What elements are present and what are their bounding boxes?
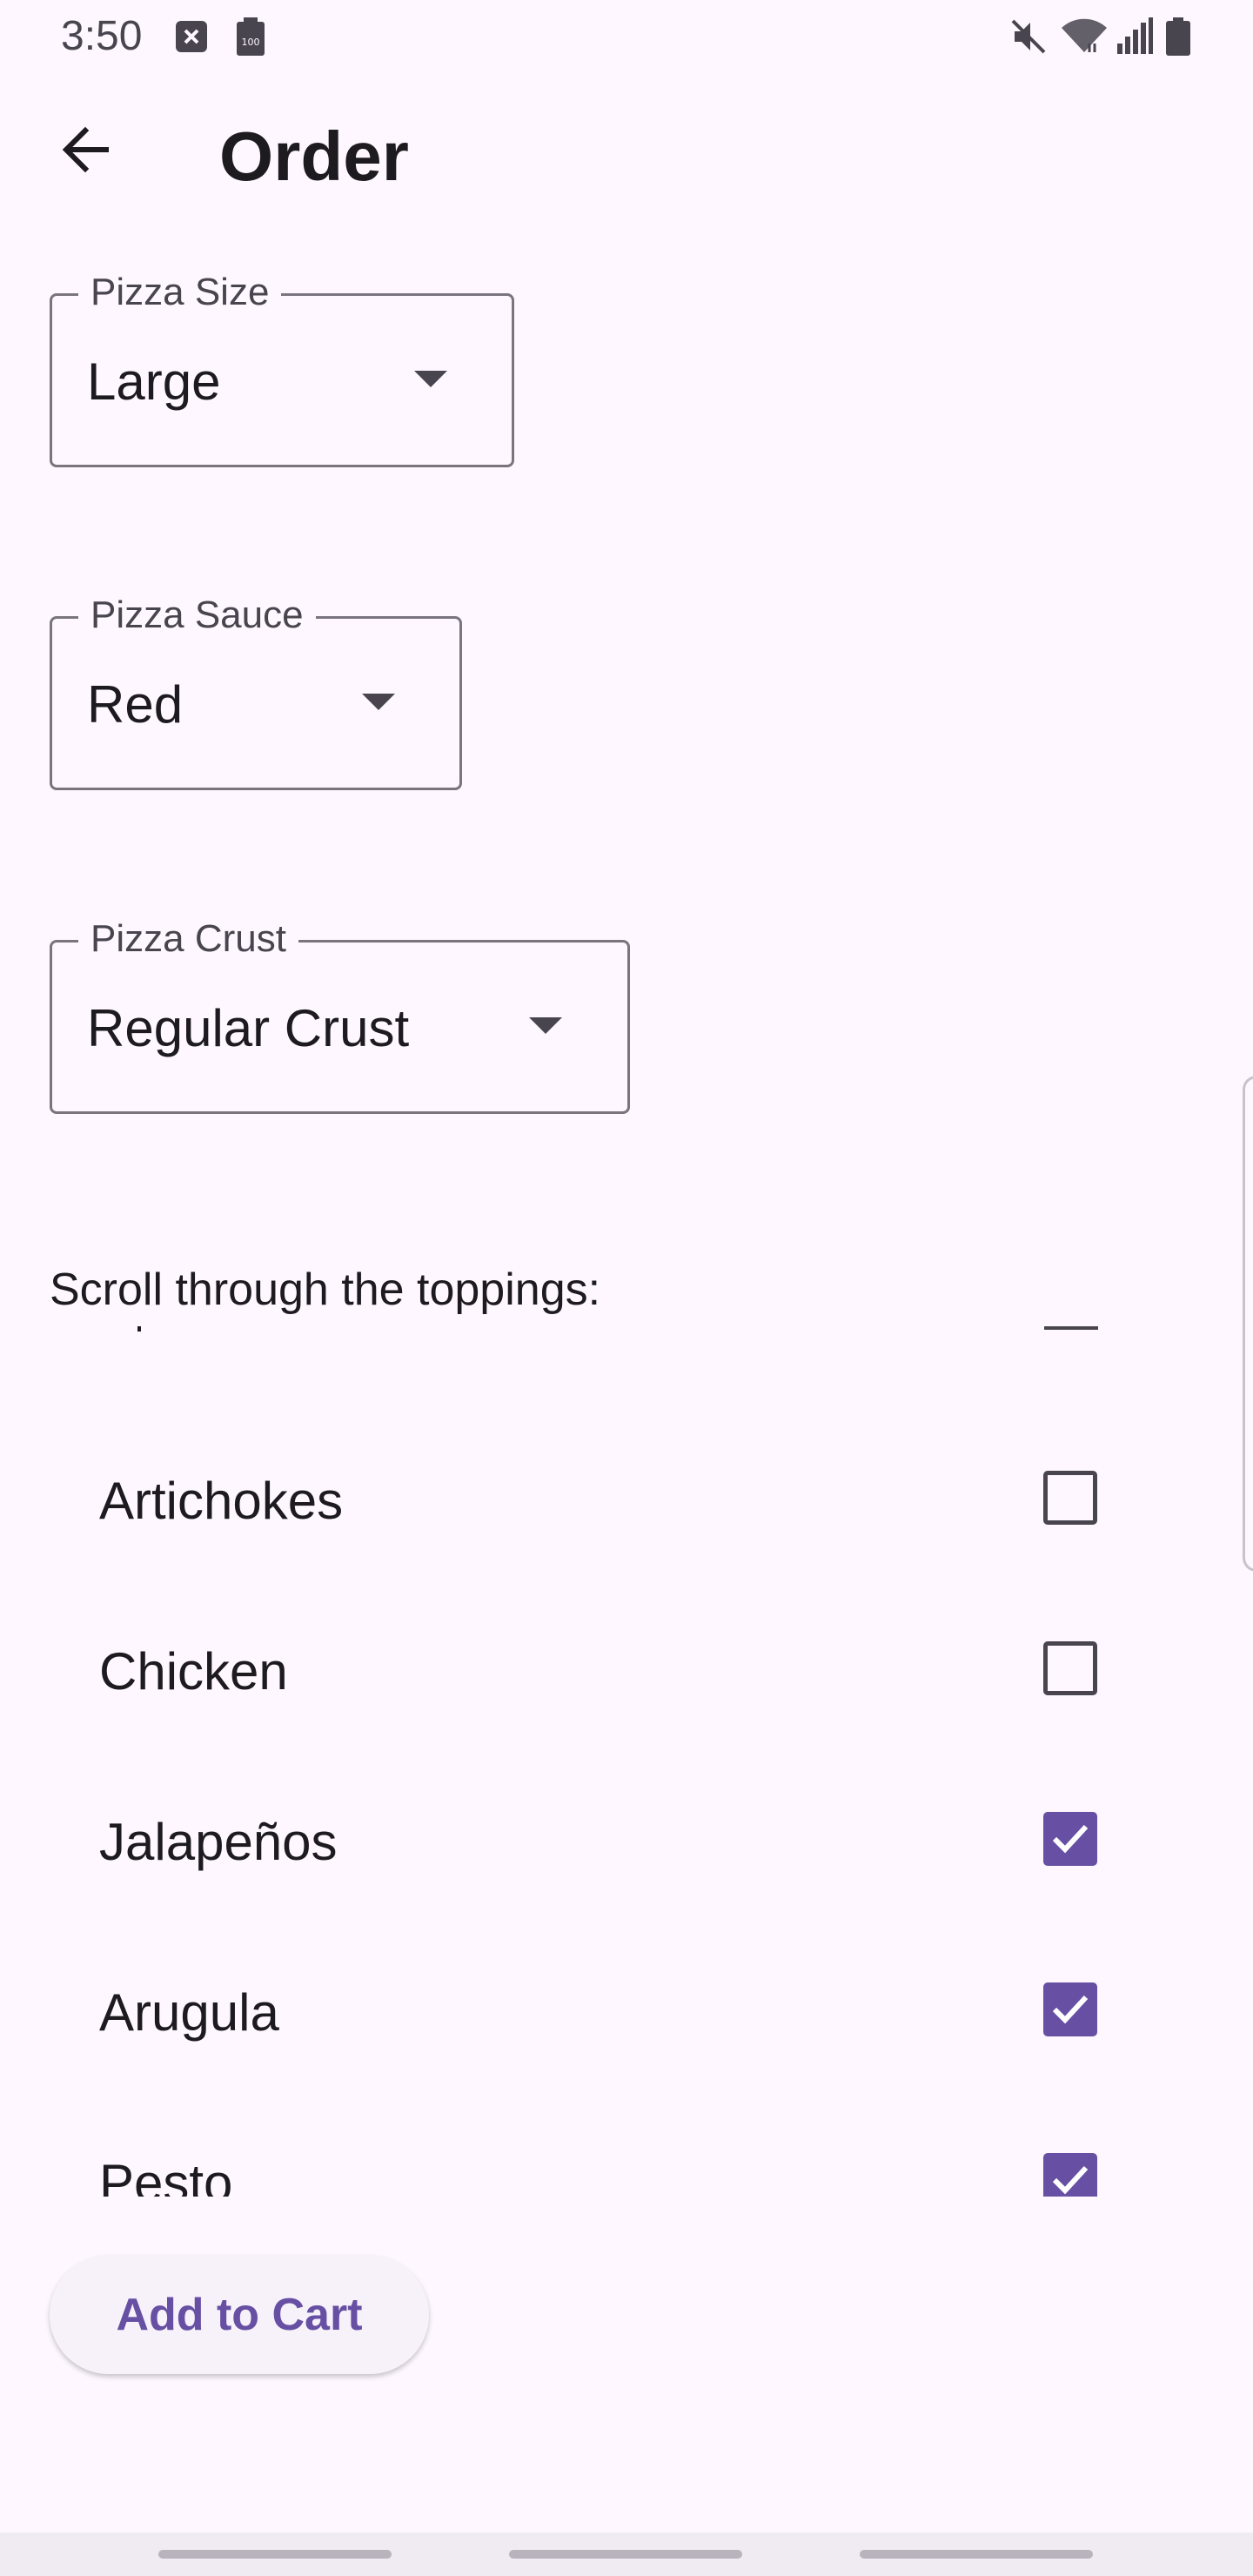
status-bar: 3:50 100 [0,0,1253,73]
battery-100-icon: 100 [235,17,266,60]
pizza-size-dropdown[interactable]: Pizza Size Large [50,266,514,467]
topping-label: Pesto [99,2154,233,2197]
list-item[interactable]: Arugula [0,1922,1253,2092]
wifi-icon [1060,17,1109,60]
topping-checkbox[interactable] [1043,1471,1097,1525]
battery-icon [1164,17,1192,60]
toppings-heading: Scroll through the toppings: [50,1265,601,1315]
dropdown-arrow-icon [362,694,395,710]
clipped-row-checkbox [1044,1326,1098,1330]
clipped-row-text [137,1326,141,1332]
status-time: 3:50 [61,13,143,59]
navigation-bar [0,2532,1253,2576]
list-item[interactable]: Chicken [0,1580,1253,1751]
pizza-crust-label: Pizza Crust [78,913,298,965]
topping-checkbox[interactable] [1043,1812,1097,1866]
page-title: Order [219,117,409,195]
topping-checkbox[interactable] [1043,1641,1097,1695]
dropdown-arrow-icon [414,371,447,387]
back-button[interactable] [42,108,129,195]
pizza-crust-value: Regular Crust [87,999,410,1057]
nav-handle[interactable] [158,2550,392,2559]
topping-checkbox[interactable] [1043,2153,1097,2197]
arrow-left-icon [59,124,111,180]
battery-badge-text: 100 [242,37,260,48]
close-notification-icon [176,17,207,60]
list-item[interactable]: Artichokes [0,1410,1253,1580]
topping-label: Arugula [99,1983,279,2042]
nav-handle[interactable] [509,2550,742,2559]
dropdown-arrow-icon [529,1017,562,1034]
signal-icon [1116,17,1154,60]
toppings-list[interactable]: Artichokes Chicken Jalapeños Arugula Pes… [0,1326,1253,2197]
pizza-size-value: Large [87,352,221,411]
nav-handle[interactable] [860,2550,1093,2559]
pizza-crust-dropdown[interactable]: Pizza Crust Regular Crust [50,913,630,1114]
add-to-cart-button[interactable]: Add to Cart [50,2256,429,2374]
pizza-sauce-label: Pizza Sauce [78,589,316,641]
pizza-sauce-value: Red [87,675,184,734]
pizza-sauce-dropdown[interactable]: Pizza Sauce Red [50,589,462,790]
pizza-size-label: Pizza Size [78,266,282,319]
app-bar: Order [0,73,1253,244]
topping-label: Chicken [99,1642,288,1701]
topping-label: Artichokes [99,1472,344,1530]
topping-checkbox[interactable] [1043,1982,1097,2036]
mute-icon [1009,17,1048,60]
topping-label: Jalapeños [99,1813,338,1871]
list-item[interactable]: Jalapeños [0,1751,1253,1922]
list-item[interactable]: Pesto [0,2092,1253,2197]
